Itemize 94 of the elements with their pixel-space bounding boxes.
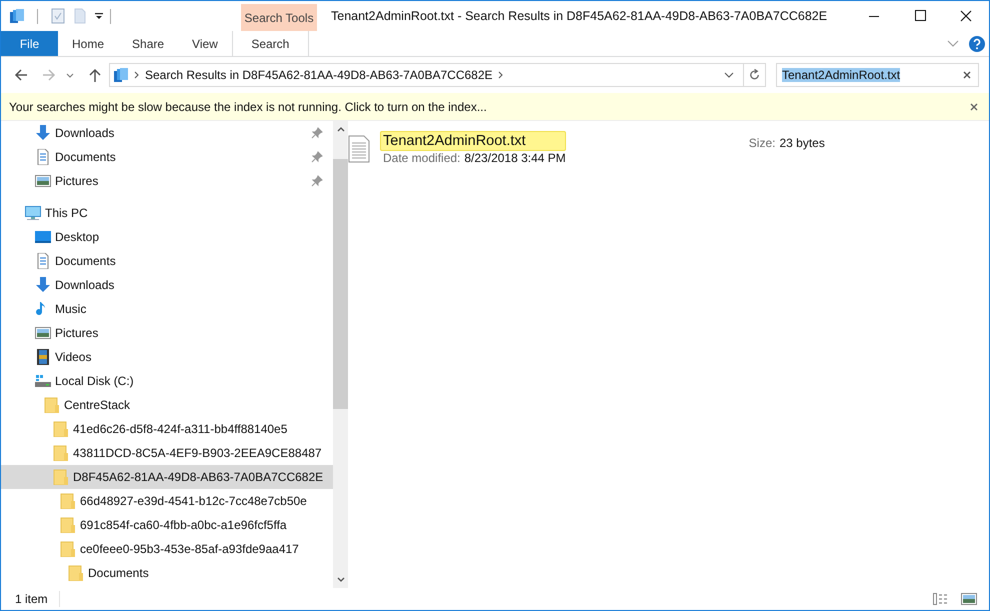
tree-label: Documents (88, 566, 149, 580)
tree-item[interactable]: 43811DCD-8C5A-4EF9-B903-2EEA9CE88487 (1, 441, 334, 465)
tree-item[interactable]: Music (1, 297, 334, 321)
nav-label: Pictures (55, 174, 98, 188)
nav-label: Downloads (55, 126, 114, 140)
close-info-icon[interactable] (969, 102, 979, 112)
item-count: 1 item (15, 592, 48, 606)
tree-label: CentreStack (64, 398, 130, 412)
tree-label: D8F45A62-81AA-49D8-AB63-7A0BA7CC682E (73, 470, 324, 484)
tree-label: Downloads (55, 278, 114, 292)
scroll-thumb[interactable] (333, 159, 348, 409)
tree-label: 41ed6c26-d5f8-424f-a311-bb4ff88140e5 (73, 422, 288, 436)
window-title: Tenant2AdminRoot.txt - Search Results in D8F45A62-81AA-49D8-AB63-7A0BA7CC682E (331, 9, 828, 23)
thumbnails-view-icon[interactable] (961, 593, 977, 605)
nav-label: Documents (55, 150, 116, 164)
pictures-icon (35, 325, 51, 341)
tree-item[interactable]: Downloads (1, 273, 334, 297)
text-file-icon (348, 135, 370, 163)
tree-label: This PC (45, 206, 88, 220)
downloads-icon (35, 125, 51, 141)
tree-item[interactable]: 66d48927-e39d-4541-b12c-7cc48e7cb50e (1, 489, 334, 513)
date-label: Date modified: (383, 151, 460, 165)
pictures-icon (35, 173, 51, 189)
documents-icon (35, 149, 51, 165)
clear-search-icon[interactable] (962, 70, 972, 80)
folder-icon (60, 493, 76, 509)
tree-item[interactable]: Documents (1, 249, 334, 273)
tree-item[interactable]: Local Disk (C:) (1, 369, 334, 393)
tree-item[interactable]: This PC (1, 201, 334, 225)
ribbon-tab[interactable]: Home (58, 31, 118, 56)
address-field[interactable]: Search Results in D8F45A62-81AA-49D8-AB63-7A0BA7CC682E (109, 63, 766, 87)
nav-item[interactable]: Pictures (1, 169, 334, 193)
help-icon[interactable] (969, 36, 985, 52)
back-icon[interactable] (13, 67, 29, 83)
scroll-up-icon[interactable] (336, 125, 346, 133)
folder-icon (53, 445, 69, 461)
documents-icon (35, 253, 51, 269)
tree-item[interactable]: Desktop (1, 225, 334, 249)
address-path: Search Results in D8F45A62-81AA-49D8-AB63-7A0BA7CC682E (145, 68, 493, 82)
tree-label: Documents (55, 254, 116, 268)
history-dropdown-icon[interactable] (724, 70, 734, 80)
folder-icon (60, 541, 76, 557)
customize-caret-icon[interactable] (94, 11, 104, 21)
folder-icon (53, 421, 69, 437)
tree-item[interactable]: ce0feee0-95b3-453e-85af-a93fde9aa417 (1, 537, 334, 561)
tree-label: Pictures (55, 326, 98, 340)
tree-label: Desktop (55, 230, 100, 244)
tree-item[interactable]: Documents (1, 561, 334, 585)
scrollbar[interactable] (333, 121, 348, 588)
tree-label: 691c854f-ca60-4fbb-a0bc-a1e96fcf5ffa (80, 518, 287, 532)
ribbon-tab[interactable]: Share (118, 31, 178, 56)
downloads-icon (35, 277, 51, 293)
file-name[interactable]: Tenant2AdminRoot.txt (380, 131, 566, 151)
folder-icon (68, 565, 84, 581)
tree-item[interactable]: CentreStack (1, 393, 334, 417)
tree-label: 66d48927-e39d-4541-b12c-7cc48e7cb50e (80, 494, 307, 508)
context-group-label: Search Tools (244, 10, 314, 24)
folder-icon (60, 517, 76, 533)
chevron-icon (134, 71, 140, 79)
pc-icon (25, 205, 41, 221)
ribbon-tab[interactable]: File (1, 31, 58, 56)
disk-icon (35, 373, 51, 389)
size-label: Size: (748, 136, 776, 150)
tree-item[interactable]: 691c854f-ca60-4fbb-a0bc-a1e96fcf5ffa (1, 513, 334, 537)
search-text: Tenant2AdminRoot.txt (782, 68, 900, 82)
ribbon-tab[interactable]: Search (232, 31, 309, 56)
tree-item[interactable]: D8F45A62-81AA-49D8-AB63-7A0BA7CC682E (1, 465, 334, 489)
details-view-icon[interactable] (933, 593, 949, 605)
ribbon-tab[interactable]: View (178, 31, 232, 56)
scroll-down-icon[interactable] (336, 576, 346, 584)
search-field[interactable]: Tenant2AdminRoot.txt (776, 63, 979, 87)
tree-label: ce0feee0-95b3-453e-85af-a93fde9aa417 (80, 542, 299, 556)
explorer-icon (9, 8, 25, 24)
folder-icon (53, 469, 69, 485)
folder-icon (44, 397, 60, 413)
expand-ribbon-icon[interactable] (947, 40, 959, 48)
size-value: 23 bytes (779, 136, 825, 150)
nav-item[interactable]: Downloads (1, 121, 334, 145)
tree-item[interactable]: Pictures (1, 321, 334, 345)
tree-label: Music (55, 302, 86, 316)
tree-label: Local Disk (C:) (55, 374, 134, 388)
tree-label: 43811DCD-8C5A-4EF9-B903-2EEA9CE88487 (73, 446, 322, 460)
nav-item[interactable]: Documents (1, 145, 334, 169)
chevron-icon (498, 71, 504, 79)
date-value: 8/23/2018 3:44 PM (464, 151, 566, 165)
info-message: Your searches might be slow because the index is not running. Click to turn on the index... (9, 100, 487, 114)
tree-label: Videos (55, 350, 92, 364)
videos-icon (35, 349, 51, 365)
info-bar[interactable]: Your searches might be slow because the index is not running. Click to turn on the index... (1, 93, 989, 121)
up-icon[interactable] (87, 67, 103, 83)
tree-item[interactable]: Videos (1, 345, 334, 369)
tree-item[interactable]: 41ed6c26-d5f8-424f-a311-bb4ff88140e5 (1, 417, 334, 441)
search-results-icon (113, 67, 129, 83)
desktop-icon (35, 229, 51, 245)
